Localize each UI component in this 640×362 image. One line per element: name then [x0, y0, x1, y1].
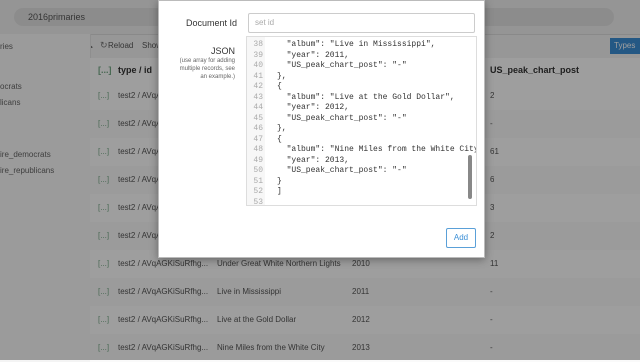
code-line: } [277, 176, 282, 186]
line-number: 49 [253, 155, 263, 165]
line-number: 39 [253, 50, 263, 60]
line-number: 44 [253, 103, 263, 112]
line-number: 50 [253, 166, 263, 175]
line-number: 38 [253, 40, 263, 49]
code-line: "album": "Live at the Gold Dollar", [277, 92, 455, 102]
json-hint: (use array for adding multiple records, … [179, 58, 235, 80]
line-number: 51 [253, 176, 263, 186]
line-number: 43 [253, 92, 263, 102]
code-line: "album": "Nine Miles from the White City [277, 145, 477, 154]
code-line: "year": 2013, [277, 155, 350, 165]
line-number: 46 [253, 124, 263, 133]
line-number: 42 [253, 82, 263, 91]
code-line: }, [277, 71, 287, 81]
line-number: 41 [253, 71, 263, 81]
add-button[interactable]: Add [446, 228, 476, 248]
json-label: JSON [211, 46, 236, 56]
code-line: "album": "Live in Mississippi", [277, 40, 436, 49]
code-line: ] [277, 187, 282, 196]
code-line: "US_peak_chart_post": "-" [277, 166, 407, 175]
line-number: 47 [253, 134, 263, 144]
line-number: 48 [253, 145, 263, 154]
line-number: 52 [253, 187, 263, 196]
line-number: 40 [253, 61, 263, 70]
line-number: 53 [253, 197, 263, 206]
code-line: "US_peak_chart_post": "-" [277, 113, 407, 123]
code-line: "US_peak_chart_post": "-" [277, 61, 407, 70]
document-id-input[interactable]: set id [248, 13, 475, 33]
code-line: "year": 2012, [277, 103, 350, 112]
line-number: 45 [253, 113, 263, 123]
json-editor[interactable]: 38 "album": "Live in Mississippi", 39 "ye… [246, 36, 477, 206]
code-line: "year": 2011, [277, 50, 350, 60]
code-line: { [277, 134, 282, 144]
code-line: { [277, 82, 282, 91]
editor-scrollbar[interactable] [468, 155, 472, 199]
code-line: }, [277, 124, 287, 133]
document-id-label: Document Id [186, 18, 238, 28]
